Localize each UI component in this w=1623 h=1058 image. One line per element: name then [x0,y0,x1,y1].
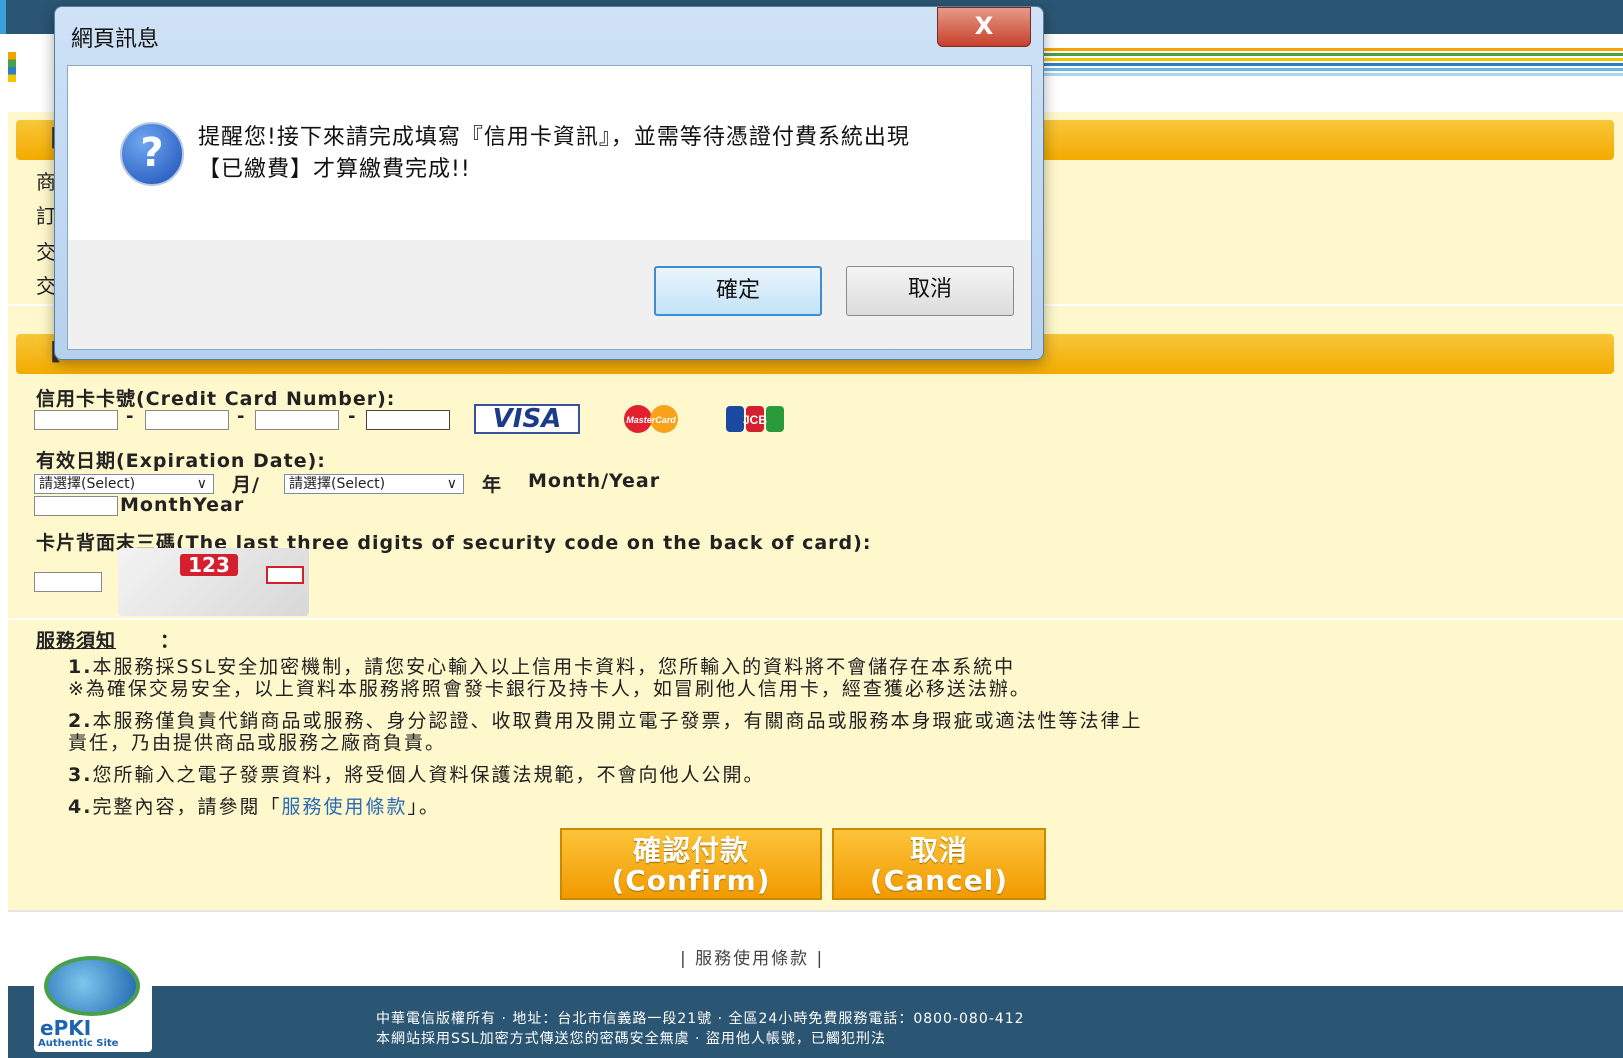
card-number-dash: - [126,406,134,427]
visa-logo: VISA [474,404,580,434]
footer-terms-link[interactable]: | 服務使用條款 | [680,944,824,969]
notice-item-text: 您所輸入之電子發票資料，將受個人資料保護法規範，不會向他人公開。 [92,764,765,786]
notice-item-number: 1. [68,656,93,678]
notice-item-text: 本服務採SSL安全加密機制，請您安心輸入以上信用卡資料，您所輸入的資料將不會儲存… [92,656,1016,678]
order-info-row-2: 訂 [36,204,56,228]
notice-item-4: 4.完整內容，請參閱「服務使用條款」。 [68,796,440,818]
expiry-label: 有效日期(Expiration Date): [36,450,326,472]
expiry-year-select-value: 請選擇(Select) [289,476,386,492]
dialog-message-line-1: 提醒您!接下來請完成填寫『信用卡資訊』，並需等待憑證付費系統出現 [198,125,910,150]
section-divider [8,618,1623,620]
cancel-button-label-en: (Cancel) [869,864,1009,897]
top-banner-accent [0,0,6,34]
order-info-row-1: 商 [36,170,56,194]
cvv-sample-highlight [266,566,304,584]
confirm-button-label: 確認付款 [632,834,749,867]
notice-title-text: 服務須知 [36,630,117,652]
notice-item-text: 完整內容，請參閱「 [92,796,282,818]
card-number-label: 信用卡卡號(Credit Card Number): [36,388,396,410]
notice-item-2: 2.本服務僅負責代銷商品或服務、身分認證、收取費用及開立電子發票，有關商品或服務… [68,710,1142,732]
mastercard-logo-text: MasterCard [626,415,676,425]
month-year-label: MonthYear [120,494,245,516]
notice-item-1-line-2: ※為確保交易安全，以上資料本服務將照會發卡銀行及持卡人，如冒刷他人信用卡，經查獲… [68,678,1031,700]
epki-wordmark: ePKI [40,1016,92,1040]
chevron-down-icon: ∨ [446,476,457,492]
notice-item-number: 2. [68,710,93,732]
card-number-dash: - [237,406,245,427]
cancel-payment-button[interactable]: 取消 (Cancel) [832,828,1046,900]
close-icon[interactable]: X [937,7,1031,47]
notice-item-2-line-2: 責任，乃由提供商品或服務之廠商負責。 [68,732,447,754]
card-number-field-4[interactable] [366,410,450,430]
month-year-field[interactable] [34,496,118,516]
expiry-month-select[interactable]: 請選擇(Select) ∨ [34,474,214,494]
card-number-field-1[interactable] [34,410,118,430]
dialog-message-line-2: 【已繳費】才算繳費完成!! [198,157,471,182]
footer-copyright: 中華電信版權所有 · 地址：台北市信義路一段21號 · 全區24小時免費服務電話… [376,1011,1025,1027]
notice-title: 服務須知 [36,626,116,653]
footer-divider [8,910,1623,912]
jcb-logo: JCB [724,404,786,434]
notice-item-3: 3.您所輸入之電子發票資料，將受個人資料保護法規範，不會向他人公開。 [68,764,764,786]
year-suffix: 年 [482,474,503,496]
dialog-message: 提醒您!接下來請完成填寫『信用卡資訊』，並需等待憑證付費系統出現 【已繳費】才算… [198,122,910,186]
card-number-field-3[interactable] [255,410,339,430]
terms-of-service-link[interactable]: 服務使用條款 [281,796,407,818]
jcb-logo-text: JCB [743,413,767,427]
question-icon: ? [120,122,184,186]
mastercard-logo: MasterCard [598,404,704,434]
footer-security-note: 本網站採用SSL加密方式傳送您的密碼安全無虞 · 盜用他人帳號，已觸犯刑法 [376,1031,886,1047]
month-suffix: 月/ [232,474,260,496]
globe-icon [44,956,140,1016]
cvv-sample-image: 123 [118,548,309,616]
notice-item-number: 3. [68,764,93,786]
dialog-ok-button[interactable]: 確定 [654,266,822,316]
expiry-year-select[interactable]: 請選擇(Select) ∨ [284,474,464,494]
notice-item-number: 4. [68,796,93,818]
dialog-body: ? 提醒您!接下來請完成填寫『信用卡資訊』，並需等待憑證付費系統出現 【已繳費】… [67,65,1032,350]
notice-title-colon: ： [160,630,181,652]
cvv-sample-number: 123 [180,554,238,576]
card-number-field-2[interactable] [145,410,229,430]
epki-badge[interactable]: ePKI Authentic Site [34,952,152,1052]
alert-dialog: 網頁訊息 X ? 提醒您!接下來請完成填寫『信用卡資訊』，並需等待憑證付費系統出… [54,6,1044,360]
cancel-button-label: 取消 [909,834,968,867]
brand-stripe-mark [8,52,16,82]
order-info-row-4: 交 [36,274,56,298]
confirm-payment-button[interactable]: 確認付款 (Confirm) [560,828,822,900]
epki-subtitle: Authentic Site [38,1038,119,1049]
cvv-field[interactable] [34,572,102,592]
confirm-button-label-en: (Confirm) [611,864,771,897]
dialog-cancel-button[interactable]: 取消 [846,266,1014,316]
order-info-row-3: 交 [36,240,56,264]
notice-item-text: 本服務僅負責代銷商品或服務、身分認證、收取費用及開立電子發票，有關商品或服務本身… [92,710,1143,732]
footer: 中華電信版權所有 · 地址：台北市信義路一段21號 · 全區24小時免費服務電話… [8,986,1623,1058]
notice-item-1: 1.本服務採SSL安全加密機制，請您安心輸入以上信用卡資料，您所輸入的資料將不會… [68,656,1015,678]
notice-item-text: 」。 [407,796,440,818]
dialog-title: 網頁訊息 [71,27,160,52]
month-year-hint: Month/Year [528,470,661,492]
chevron-down-icon: ∨ [196,476,207,492]
expiry-month-select-value: 請選擇(Select) [39,476,136,492]
decorative-stripes [1040,48,1623,84]
card-number-dash: - [348,406,356,427]
